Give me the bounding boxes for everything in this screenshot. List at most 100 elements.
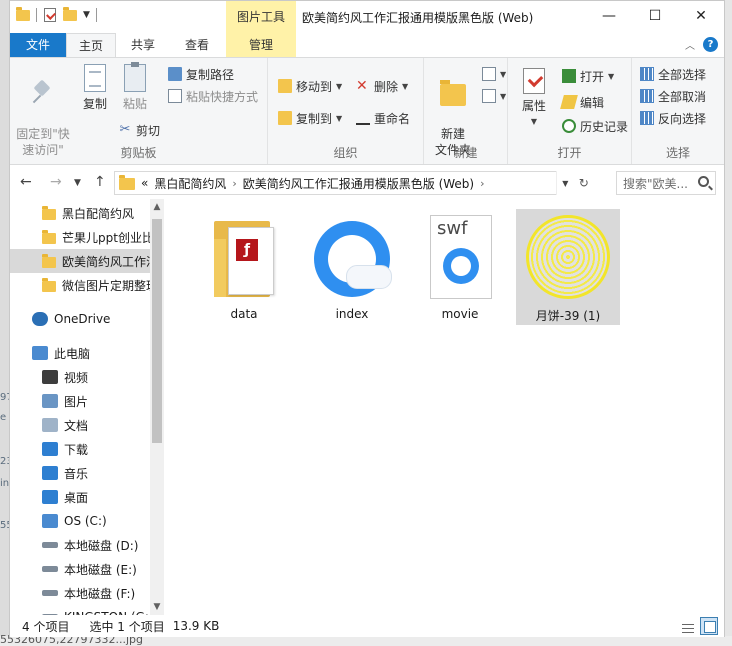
file-item-data[interactable]: ƒ data <box>192 209 296 325</box>
selected-count: 选中 1 个项目 <box>89 619 165 634</box>
collapse-ribbon-icon[interactable]: ︿ <box>685 37 695 52</box>
breadcrumb-chevron-icon[interactable]: › <box>232 177 236 190</box>
sidebar-item[interactable]: 此电脑 <box>10 341 150 365</box>
maximize-button[interactable]: ☐ <box>632 1 678 31</box>
breadcrumb-overflow[interactable]: « <box>141 176 148 190</box>
easy-access-button[interactable]: ▼ <box>482 86 506 106</box>
file-list[interactable]: ƒ data index swf movie 月饼-39 (1) <box>164 199 724 615</box>
file-item-index[interactable]: index <box>300 209 404 325</box>
os-drive-icon <box>42 514 58 528</box>
select-none-icon <box>640 89 654 103</box>
paste-shortcut-label: 粘贴快捷方式 <box>186 89 259 104</box>
rename-button[interactable]: 重命名 <box>356 108 410 128</box>
breadcrumb-item[interactable]: 黑白配简约风 <box>154 175 226 192</box>
copy-path-button[interactable]: 复制路径 <box>168 64 234 84</box>
select-none-button[interactable]: 全部取消 <box>640 86 706 106</box>
sidebar-item-label: 本地磁盘 (E:) <box>64 562 137 577</box>
chevron-down-icon: ▼ <box>336 113 343 123</box>
tab-file[interactable]: 文件 <box>10 33 66 57</box>
tab-view[interactable]: 查看 <box>170 33 224 57</box>
refresh-icon[interactable]: ↻ <box>579 176 589 190</box>
sidebar-item[interactable]: KINGSTON (G: <box>10 605 150 615</box>
file-explorer-window: ▼ 图片工具 欧美简约风工作汇报通用模版黑色版 (Web) — ☐ ✕ 文件 主… <box>9 0 725 637</box>
breadcrumb-item[interactable]: 欧美简约风工作汇报通用模版黑色版 (Web) <box>243 175 474 192</box>
sidebar-item-label: 音乐 <box>64 466 89 481</box>
open-group-label: 打开 <box>557 146 582 160</box>
sidebar-item-label: OneDrive <box>54 312 111 326</box>
sidebar-item[interactable]: 下载 <box>10 437 150 461</box>
navigation-pane[interactable]: 黑白配简约风 芒果儿ppt创业比 欧美简约风工作汇 微信图片定期整理 OneDrive 此… <box>10 199 164 615</box>
select-all-button[interactable]: 全部选择 <box>640 64 706 84</box>
copy-button[interactable]: 复制 <box>76 64 114 112</box>
scrollbar-thumb[interactable] <box>152 219 162 443</box>
sidebar-item-label: 本地磁盘 (F:) <box>64 586 136 601</box>
chevron-down-icon: ▼ <box>402 81 409 91</box>
easy-access-icon <box>482 89 496 103</box>
sidebar-item[interactable]: 黑白配简约风 <box>10 201 150 225</box>
paste-button[interactable]: 粘贴 <box>116 62 154 112</box>
sidebar-item[interactable]: 本地磁盘 (F:) <box>10 581 150 605</box>
properties-button[interactable]: 属性 ▼ <box>514 68 554 130</box>
chevron-down-icon: ▼ <box>500 69 507 79</box>
sidebar-item[interactable]: 本地磁盘 (D:) <box>10 533 150 557</box>
help-icon[interactable]: ? <box>703 37 718 52</box>
move-to-button[interactable]: 移动到 ▼ <box>278 76 342 96</box>
tab-manage[interactable]: 管理 <box>226 33 296 57</box>
search-input[interactable]: 搜索"欧美... <box>616 171 716 195</box>
select-group-label: 选择 <box>665 146 690 160</box>
sidebar-item[interactable]: 图片 <box>10 389 150 413</box>
paste-shortcut-button[interactable]: 粘贴快捷方式 <box>168 86 258 106</box>
close-button[interactable]: ✕ <box>678 1 724 31</box>
new-item-button[interactable]: ▼ <box>482 64 506 84</box>
large-icons-view-button[interactable] <box>700 617 718 635</box>
scroll-up-icon[interactable]: ▲ <box>150 199 164 215</box>
new-item-icon <box>482 67 496 81</box>
details-view-button[interactable] <box>678 617 696 635</box>
invert-selection-button[interactable]: 反向选择 <box>640 108 706 128</box>
breadcrumb-chevron-icon[interactable]: › <box>480 177 484 190</box>
search-icon[interactable] <box>698 176 709 187</box>
recent-locations-chevron-icon[interactable]: ▼ <box>74 178 81 188</box>
sidebar-item-label: 本地磁盘 (D:) <box>64 538 139 553</box>
sidebar-item[interactable]: 芒果儿ppt创业比 <box>10 225 150 249</box>
back-arrow-icon[interactable]: ← <box>20 174 32 190</box>
file-item-mooncake-image[interactable]: 月饼-39 (1) <box>516 209 620 325</box>
scroll-down-icon[interactable]: ▼ <box>150 599 164 615</box>
address-bar[interactable]: « 黑白配简约风 › 欧美简约风工作汇报通用模版黑色版 (Web) › <box>114 171 594 195</box>
invert-selection-icon <box>640 111 654 125</box>
history-button[interactable]: 历史记录 <box>562 116 628 136</box>
sidebar-item[interactable]: 视频 <box>10 365 150 389</box>
folder-icon[interactable] <box>16 6 30 23</box>
navigation-scrollbar[interactable]: ▲ ▼ <box>150 199 164 615</box>
sidebar-item[interactable]: 本地磁盘 (E:) <box>10 557 150 581</box>
delete-button[interactable]: ✕ 删除 ▼ <box>356 76 408 96</box>
tab-share[interactable]: 共享 <box>118 33 168 57</box>
copy-to-button[interactable]: 复制到 ▼ <box>278 108 342 128</box>
title-bar[interactable]: ▼ 图片工具 欧美简约风工作汇报通用模版黑色版 (Web) — ☐ ✕ <box>10 1 724 33</box>
open-button[interactable]: 打开 ▼ <box>562 66 614 86</box>
forward-arrow-icon[interactable]: → <box>50 174 62 190</box>
cut-button[interactable]: ✂ 剪切 <box>118 120 160 140</box>
properties-label: 属性 <box>521 99 546 113</box>
rename-label: 重命名 <box>374 111 411 126</box>
address-history-chevron-icon[interactable]: ▼ <box>562 179 568 188</box>
edit-button[interactable]: 编辑 <box>560 92 604 112</box>
minimize-button[interactable]: — <box>586 1 632 31</box>
sidebar-item[interactable]: OS (C:) <box>10 509 150 533</box>
sidebar-item[interactable]: OneDrive <box>10 307 150 331</box>
customize-toolbar-dropdown-icon[interactable]: ▼ <box>83 10 90 20</box>
sidebar-item[interactable]: 微信图片定期整理 <box>10 273 150 297</box>
new-folder-icon[interactable] <box>63 6 77 23</box>
new-folder-icon <box>440 80 466 106</box>
up-arrow-icon[interactable]: ↑ <box>94 174 106 190</box>
sidebar-item-label: 图片 <box>64 394 89 409</box>
sidebar-item[interactable]: 音乐 <box>10 461 150 485</box>
sidebar-item[interactable]: 桌面 <box>10 485 150 509</box>
file-item-movie[interactable]: swf movie <box>408 209 512 325</box>
downloads-icon <box>42 442 58 456</box>
sidebar-item[interactable]: 欧美简约风工作汇 <box>10 249 150 273</box>
scissors-icon: ✂ <box>119 122 131 137</box>
properties-icon[interactable] <box>43 7 57 23</box>
tab-home[interactable]: 主页 <box>66 33 116 58</box>
sidebar-item[interactable]: 文档 <box>10 413 150 437</box>
